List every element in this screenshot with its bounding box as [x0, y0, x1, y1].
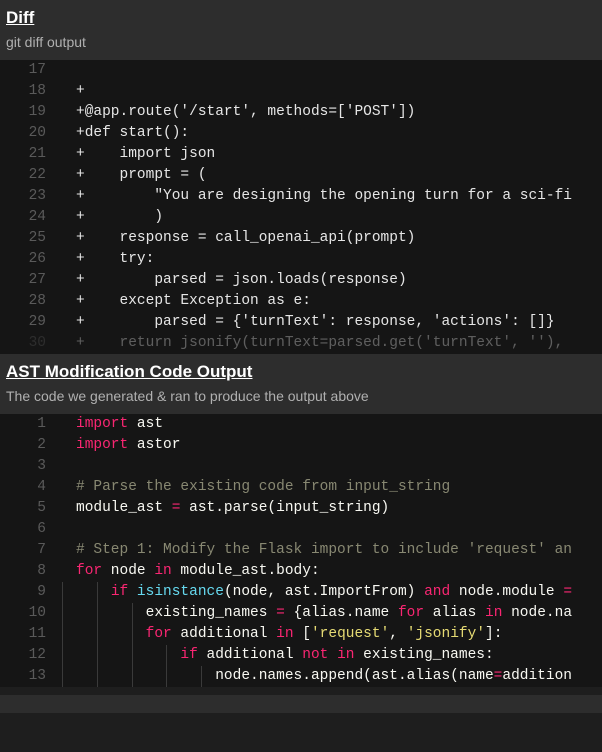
code-text: +@app.route('/start', methods=['POST']): [62, 102, 602, 123]
line-number: 8: [0, 561, 62, 582]
line-number: 10: [0, 603, 62, 624]
diff-title: Diff: [6, 8, 596, 28]
code-text: + "You are designing the opening turn fo…: [62, 186, 602, 207]
code-text: + ): [62, 207, 602, 228]
ast-code-block[interactable]: 1import ast2import astor34# Parse the ex…: [0, 414, 602, 687]
line-number: 28: [0, 291, 62, 312]
ast-subtitle: The code we generated & ran to produce t…: [6, 388, 596, 404]
code-line: 19+@app.route('/start', methods=['POST']…: [0, 102, 602, 123]
code-text: + parsed = {'turnText': response, 'actio…: [62, 312, 602, 333]
line-number: 21: [0, 144, 62, 165]
line-number: 18: [0, 81, 62, 102]
code-line: 12 if additional not in existing_names:: [0, 645, 602, 666]
code-text: + response = call_openai_api(prompt): [62, 228, 602, 249]
code-line: 21+ import json: [0, 144, 602, 165]
code-line: 30+ return jsonify(turnText=parsed.get('…: [0, 333, 602, 354]
line-number: 30: [0, 333, 62, 354]
code-line: 28+ except Exception as e:: [0, 291, 602, 312]
line-number: 7: [0, 540, 62, 561]
code-line: 6: [0, 519, 602, 540]
code-line: 27+ parsed = json.loads(response): [0, 270, 602, 291]
code-line: 23+ "You are designing the opening turn …: [0, 186, 602, 207]
line-number: 5: [0, 498, 62, 519]
code-text: node.names.append(ast.alias(name=additio…: [62, 666, 602, 687]
line-number: 11: [0, 624, 62, 645]
code-text: existing_names = {alias.name for alias i…: [62, 603, 602, 624]
line-number: 2: [0, 435, 62, 456]
code-line: 18+: [0, 81, 602, 102]
code-text: [62, 456, 602, 477]
code-line: 11 for additional in ['request', 'jsonif…: [0, 624, 602, 645]
code-text: if isinstance(node, ast.ImportFrom) and …: [62, 582, 602, 603]
code-text: + import json: [62, 144, 602, 165]
code-line: 5module_ast = ast.parse(input_string): [0, 498, 602, 519]
line-number: 22: [0, 165, 62, 186]
code-text: if additional not in existing_names:: [62, 645, 602, 666]
line-number: 29: [0, 312, 62, 333]
code-line: 29+ parsed = {'turnText': response, 'act…: [0, 312, 602, 333]
diff-subtitle: git diff output: [6, 34, 596, 50]
diff-section-header: Diff git diff output: [0, 0, 602, 60]
line-number: 13: [0, 666, 62, 687]
diff-code-block[interactable]: 17 18+19+@app.route('/start', methods=['…: [0, 60, 602, 354]
line-number: 9: [0, 582, 62, 603]
code-line: 13 node.names.append(ast.alias(name=addi…: [0, 666, 602, 687]
line-number: 1: [0, 414, 62, 435]
code-line: 22+ prompt = (: [0, 165, 602, 186]
code-line: 4# Parse the existing code from input_st…: [0, 477, 602, 498]
code-line: 8for node in module_ast.body:: [0, 561, 602, 582]
code-line: 9 if isinstance(node, ast.ImportFrom) an…: [0, 582, 602, 603]
code-text: +: [62, 81, 602, 102]
code-text: + try:: [62, 249, 602, 270]
line-number: 19: [0, 102, 62, 123]
code-line: 10 existing_names = {alias.name for alia…: [0, 603, 602, 624]
line-number: 20: [0, 123, 62, 144]
code-text: + except Exception as e:: [62, 291, 602, 312]
code-text: # Step 1: Modify the Flask import to inc…: [62, 540, 602, 561]
line-number: 23: [0, 186, 62, 207]
ast-section-header: AST Modification Code Output The code we…: [0, 354, 602, 414]
line-number: 26: [0, 249, 62, 270]
line-number: 25: [0, 228, 62, 249]
code-text: module_ast = ast.parse(input_string): [62, 498, 602, 519]
code-line: 2import astor: [0, 435, 602, 456]
code-line: 24+ ): [0, 207, 602, 228]
code-line: 17: [0, 60, 602, 81]
line-number: 24: [0, 207, 62, 228]
code-text: + return jsonify(turnText=parsed.get('tu…: [62, 333, 602, 354]
code-line: 3: [0, 456, 602, 477]
code-text: import astor: [62, 435, 602, 456]
code-line: 1import ast: [0, 414, 602, 435]
bottom-bar: [0, 695, 602, 713]
line-number: 6: [0, 519, 62, 540]
code-text: import ast: [62, 414, 602, 435]
code-text: +def start():: [62, 123, 602, 144]
code-text: + prompt = (: [62, 165, 602, 186]
line-number: 27: [0, 270, 62, 291]
code-text: for node in module_ast.body:: [62, 561, 602, 582]
code-text: [62, 60, 602, 81]
code-line: 7# Step 1: Modify the Flask import to in…: [0, 540, 602, 561]
code-text: for additional in ['request', 'jsonify']…: [62, 624, 602, 645]
code-line: 20+def start():: [0, 123, 602, 144]
ast-title: AST Modification Code Output: [6, 362, 596, 382]
code-line: 26+ try:: [0, 249, 602, 270]
line-number: 4: [0, 477, 62, 498]
code-text: + parsed = json.loads(response): [62, 270, 602, 291]
code-text: # Parse the existing code from input_str…: [62, 477, 602, 498]
line-number: 12: [0, 645, 62, 666]
code-text: [62, 519, 602, 540]
line-number: 3: [0, 456, 62, 477]
line-number: 17: [0, 60, 62, 81]
code-line: 25+ response = call_openai_api(prompt): [0, 228, 602, 249]
